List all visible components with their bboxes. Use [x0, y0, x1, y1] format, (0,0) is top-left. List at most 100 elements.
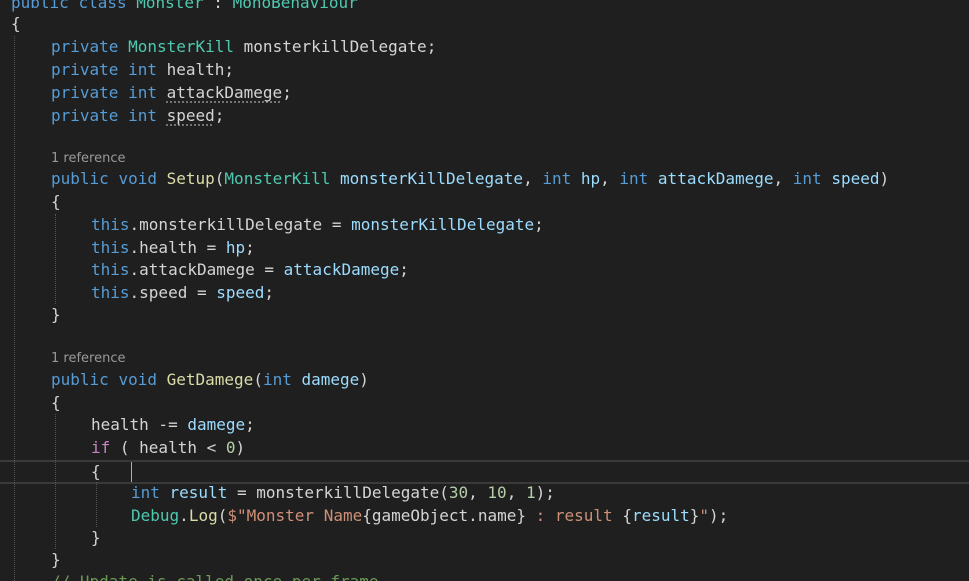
- code-text: this.health = hp;: [91, 237, 255, 259]
- code-token: int: [128, 60, 167, 79]
- code-line[interactable]: this.monsterkillDelegate = monsterKillDe…: [0, 214, 969, 236]
- code-line[interactable]: [0, 327, 969, 349]
- code-token: Debug: [131, 506, 180, 525]
- code-text: public class Monster : MonoBehaviour: [11, 0, 358, 14]
- code-token: private: [51, 106, 129, 125]
- code-line[interactable]: }: [0, 304, 969, 326]
- warning-squiggle-token: speed: [166, 106, 215, 125]
- code-token: private: [51, 83, 129, 102]
- code-token: ,: [773, 169, 793, 188]
- code-token: = monsterkillDelegate(: [227, 483, 449, 502]
- code-token: Monster: [136, 0, 204, 12]
- code-token: }: [51, 550, 61, 569]
- code-token: (: [214, 169, 225, 188]
- code-token: int: [262, 370, 302, 389]
- codelens-label[interactable]: 1 reference: [51, 350, 125, 368]
- codelens-reference[interactable]: 1 reference: [0, 150, 969, 168]
- code-line[interactable]: public void Setup(MonsterKill monsterKil…: [0, 168, 969, 190]
- code-token: :: [203, 0, 233, 12]
- code-token: ): [879, 169, 890, 188]
- code-line[interactable]: [0, 127, 969, 149]
- code-token: $"Monster Name: [227, 506, 363, 525]
- code-text: }: [51, 304, 61, 326]
- code-token: ( health <: [110, 438, 226, 457]
- code-text: this.monsterkillDelegate = monsterKillDe…: [91, 214, 544, 236]
- code-token: speed: [831, 169, 880, 188]
- code-token: result: [169, 483, 228, 502]
- warning-squiggle-token: attackDamege: [166, 83, 283, 102]
- code-line[interactable]: if ( health < 0): [0, 437, 969, 459]
- code-line[interactable]: public void GetDamege(int damege): [0, 369, 969, 391]
- code-line[interactable]: private int attackDamege;: [0, 82, 969, 104]
- code-token: ): [359, 370, 369, 389]
- code-token: }: [91, 528, 101, 547]
- indent-guide: [96, 482, 97, 527]
- code-text: {: [51, 191, 61, 213]
- code-token: private: [51, 60, 129, 79]
- code-line[interactable]: health -= damege;: [0, 414, 969, 436]
- code-line[interactable]: private int health;: [0, 59, 969, 81]
- code-token: int: [542, 169, 581, 188]
- indent-guide: [55, 414, 56, 549]
- code-token: : result: [525, 506, 623, 525]
- code-line[interactable]: this.health = hp;: [0, 237, 969, 259]
- code-token: void: [118, 370, 167, 389]
- code-line[interactable]: {: [0, 191, 969, 213]
- code-token: ,: [600, 169, 620, 188]
- indent-guide: [14, 36, 15, 581]
- code-line[interactable]: private int speed;: [0, 105, 969, 127]
- code-line[interactable]: this.attackDamege = attackDamege;: [0, 259, 969, 281]
- code-line[interactable]: int result = monsterkillDelegate(30, 10,…: [0, 482, 969, 504]
- code-line[interactable]: private MonsterKill monsterkillDelegate;: [0, 36, 969, 58]
- current-code-line[interactable]: {: [0, 460, 969, 484]
- code-token: void: [118, 169, 167, 188]
- code-token: speed: [216, 283, 265, 302]
- code-token: {: [622, 506, 632, 525]
- code-line[interactable]: // Update is called once per frame: [0, 571, 969, 581]
- text-caret: [131, 462, 132, 482]
- code-line[interactable]: }: [0, 527, 969, 549]
- code-token: this: [91, 283, 130, 302]
- code-token: ;: [245, 238, 255, 257]
- code-line[interactable]: this.speed = speed;: [0, 282, 969, 304]
- code-line[interactable]: }: [0, 549, 969, 571]
- code-token: health;: [166, 60, 235, 79]
- code-text: {: [11, 13, 21, 35]
- code-token: int: [131, 483, 170, 502]
- code-token: ,: [468, 483, 488, 502]
- code-token: Log: [188, 506, 218, 525]
- code-token: MonoBehaviour: [232, 0, 358, 12]
- code-token: int: [792, 169, 832, 188]
- code-token: );: [535, 483, 555, 502]
- code-text: private int health;: [51, 59, 234, 81]
- code-line[interactable]: {: [0, 392, 969, 414]
- code-token: monsterKillDelegate: [351, 215, 535, 234]
- code-token: .monsterkillDelegate =: [129, 215, 352, 234]
- code-text: }: [51, 549, 61, 571]
- code-token: 30: [448, 483, 469, 502]
- code-token: 0: [225, 438, 236, 457]
- code-token: public: [51, 169, 119, 188]
- code-text: private MonsterKill monsterkillDelegate;: [51, 36, 436, 58]
- code-token: // Update is called once per frame: [51, 572, 379, 581]
- code-editor[interactable]: public class Monster : MonoBehaviour{pri…: [0, 0, 969, 581]
- code-token: .: [179, 506, 189, 525]
- code-token: attackDamege: [283, 260, 400, 279]
- code-line[interactable]: public class Monster : MonoBehaviour: [0, 0, 969, 14]
- code-line[interactable]: {: [0, 13, 969, 35]
- code-token: ;: [534, 215, 544, 234]
- code-token: {: [51, 192, 61, 211]
- code-token: );: [709, 506, 729, 525]
- code-line[interactable]: Debug.Log($"Monster Name{gameObject.name…: [0, 505, 969, 527]
- code-token: hp: [580, 169, 601, 188]
- code-token: Setup: [166, 169, 215, 188]
- code-token: private: [51, 37, 129, 56]
- code-token: monsterKillDelegate: [340, 169, 524, 188]
- code-token: {: [51, 393, 61, 412]
- codelens-label[interactable]: 1 reference: [51, 150, 125, 168]
- code-token: attackDamege: [657, 169, 774, 188]
- code-token: (: [253, 370, 263, 389]
- code-token: ": [699, 506, 710, 525]
- codelens-reference[interactable]: 1 reference: [0, 350, 969, 368]
